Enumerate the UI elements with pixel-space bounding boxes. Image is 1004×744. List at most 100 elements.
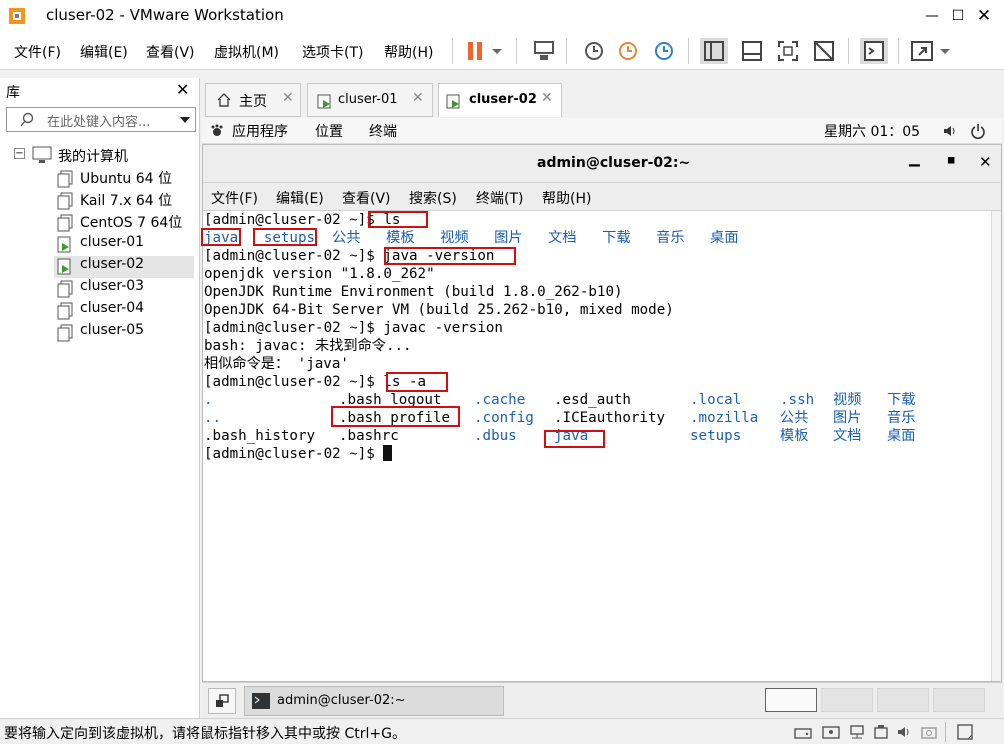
vm-tree-item[interactable]: cluser-04 [54, 300, 194, 322]
close-tab-icon[interactable]: ✕ [412, 90, 424, 106]
full-screen-icon[interactable] [774, 38, 802, 64]
vm-running-icon [446, 94, 460, 109]
tab-bar: 主页 ✕ cluser-01 ✕ cluser-02 ✕ [202, 78, 1002, 118]
thumbnail-bar-icon[interactable] [738, 38, 766, 64]
ls-a-entry: .ICEauthority [554, 410, 666, 426]
search-placeholder: 在此处键入内容... [47, 115, 151, 130]
close-library-icon[interactable]: ✕ [176, 80, 189, 99]
close-button[interactable]: ✕ [970, 2, 998, 30]
prompt: [admin@cluser-02 ~]$ [204, 248, 375, 264]
tab-home[interactable]: 主页 ✕ [205, 83, 301, 117]
annotation-box [368, 211, 428, 228]
ls-a-entry: .. [204, 410, 222, 426]
vm-tree-label: CentOS 7 64位 [80, 215, 183, 231]
menu-edit[interactable]: 编辑(E) [80, 42, 128, 62]
clock[interactable]: 星期六 01：05 [824, 121, 920, 141]
sound-icon[interactable] [896, 724, 914, 740]
camera-icon[interactable] [920, 724, 938, 740]
library-search-input[interactable]: 在此处键入内容... [6, 107, 196, 132]
vm-tree-item[interactable]: cluser-05 [54, 322, 194, 344]
stretch-guest-icon[interactable] [908, 38, 936, 64]
taskbar-terminal-item[interactable]: admin@cluser-02:~ [244, 686, 504, 716]
show-desktop-button[interactable] [208, 688, 236, 714]
snapshot-manager-icon[interactable] [650, 38, 678, 64]
maximize-button[interactable]: ☐ [944, 2, 972, 30]
vm-tree-label: cluser-03 [80, 278, 145, 294]
terminal-minimize-icon[interactable]: ▁ [909, 151, 920, 167]
vm-tree-label: cluser-01 [80, 234, 145, 250]
vm-icon [56, 214, 74, 236]
minimize-button[interactable]: — [918, 2, 946, 30]
terminal-screen[interactable]: [admin@cluser-02 ~]$ ls java setups 公共 模… [201, 211, 990, 681]
usb-icon[interactable] [872, 724, 890, 740]
collapse-icon[interactable]: − [14, 148, 25, 159]
status-text: 要将输入定向到该虚拟机，请将鼠标指针移入其中或按 Ctrl+G。 [4, 726, 406, 742]
search-icon [20, 112, 34, 127]
ls-a-entry: .cache [474, 392, 526, 408]
ls-a-entry: .dbus [474, 428, 517, 444]
hard-disk-icon[interactable] [794, 724, 812, 740]
menu-view[interactable]: 查看(V) [146, 42, 195, 62]
cd-dvd-icon[interactable] [822, 724, 840, 740]
menu-vm[interactable]: 虚拟机(M) [214, 42, 279, 62]
menu-help[interactable]: 帮助(H) [384, 42, 433, 62]
workspace-4[interactable] [933, 688, 985, 712]
term-menu-view[interactable]: 查看(V) [342, 188, 391, 208]
workspace-2[interactable] [821, 688, 873, 712]
menu-file[interactable]: 文件(F) [14, 42, 61, 62]
ls-a-entry: .ssh [780, 392, 815, 408]
tab-cluser-02[interactable]: cluser-02 ✕ [438, 83, 562, 117]
menu-tabs[interactable]: 选项卡(T) [302, 42, 363, 62]
volume-icon[interactable] [942, 123, 958, 139]
vm-tree-label: cluser-04 [80, 300, 145, 316]
applications-menu[interactable]: 应用程序 [232, 121, 288, 141]
vm-tree-item[interactable]: cluser-02 [54, 256, 194, 278]
term-menu-search[interactable]: 搜索(S) [409, 188, 457, 208]
places-menu[interactable]: 位置 [315, 121, 343, 141]
term-menu-help[interactable]: 帮助(H) [542, 188, 591, 208]
terminal-close-icon[interactable]: ✕ [979, 153, 992, 171]
send-ctrl-alt-del-icon[interactable] [530, 38, 558, 64]
vm-tree-item[interactable]: Ubuntu 64 位 [54, 168, 194, 190]
message-log-icon[interactable] [956, 723, 974, 741]
pause-icon[interactable] [462, 38, 490, 64]
vm-tree-item[interactable]: Kail 7.x 64 位 [54, 190, 194, 212]
vm-tree-item[interactable]: cluser-03 [54, 278, 194, 300]
show-library-icon[interactable] [700, 38, 728, 64]
term-menu-edit[interactable]: 编辑(E) [276, 188, 324, 208]
vm-tree-label: cluser-02 [80, 256, 145, 272]
terminal-menu[interactable]: 终端 [369, 121, 397, 141]
ls-a-entry: .bashrc [339, 428, 399, 444]
power-icon[interactable] [970, 123, 986, 139]
chevron-down-icon[interactable] [179, 116, 191, 124]
term-menu-terminal[interactable]: 终端(T) [476, 188, 523, 208]
ls-a-entry: 文档 [833, 428, 862, 444]
terminal-maximize-icon[interactable]: ◼ [947, 155, 955, 166]
gnome-foot-icon [211, 124, 223, 136]
vmware-logo-icon [9, 8, 25, 24]
workspace-3[interactable] [877, 688, 929, 712]
close-tab-icon[interactable]: ✕ [541, 90, 553, 106]
term-menu-file[interactable]: 文件(F) [211, 188, 258, 208]
chevron-down-icon[interactable] [936, 38, 954, 64]
terminal-cursor [383, 445, 393, 461]
vm-tree-item[interactable]: CentOS 7 64位 [54, 212, 194, 234]
tree-root-label: 我的计算机 [58, 149, 128, 165]
unity-icon[interactable] [810, 38, 838, 64]
close-tab-icon[interactable]: ✕ [282, 90, 294, 106]
annotation-box [544, 430, 605, 448]
chevron-down-icon[interactable] [488, 38, 506, 64]
terminal-header: admin@cluser-02:~ ▁ ◼ ✕ [203, 145, 1001, 183]
vm-running-icon [56, 236, 74, 258]
revert-snapshot-icon[interactable] [614, 38, 642, 64]
workspace-1[interactable] [765, 688, 817, 712]
tab-cluser-01[interactable]: cluser-01 ✕ [307, 83, 433, 117]
snapshot-icon[interactable] [580, 38, 608, 64]
console-view-icon[interactable] [860, 38, 888, 64]
terminal-scrollbar[interactable] [991, 211, 1001, 681]
prompt: [admin@cluser-02 ~]$ [204, 446, 375, 462]
network-icon[interactable] [848, 724, 866, 740]
vm-tree-item[interactable]: cluser-01 [54, 234, 194, 256]
prompt: [admin@cluser-02 ~]$ [204, 374, 375, 390]
dir-entries: 公共 模板 视频 图片 文档 下载 音乐 桌面 [332, 230, 739, 246]
